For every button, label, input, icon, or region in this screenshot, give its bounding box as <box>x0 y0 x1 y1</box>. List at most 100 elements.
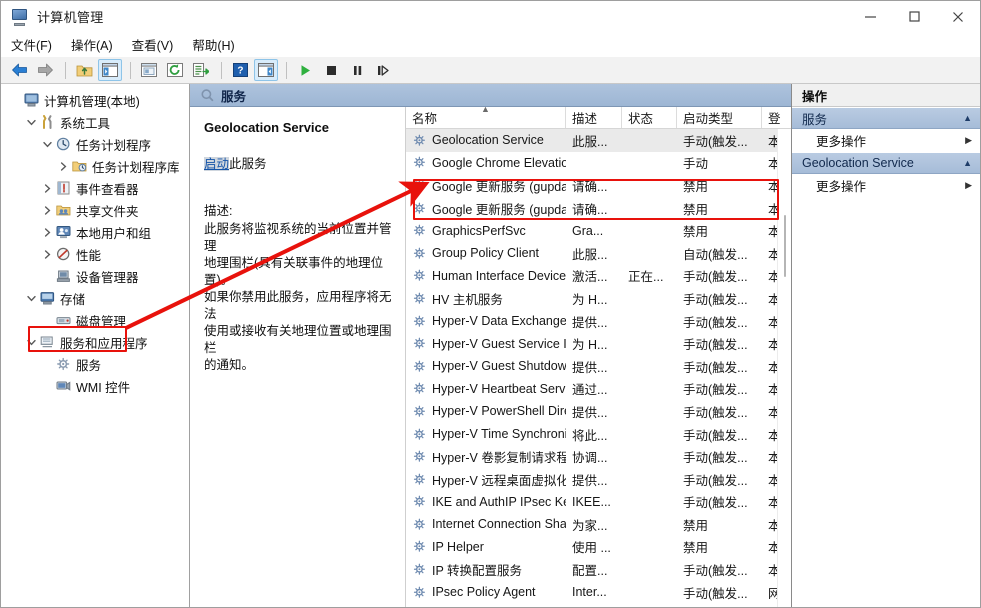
table-row[interactable]: Internet Connection Shari...为家...禁用本 <box>406 513 791 536</box>
start-service-icon[interactable] <box>293 59 317 81</box>
table-row[interactable]: Hyper-V Guest Shutdown...提供...手动(触发...本 <box>406 355 791 378</box>
forward-icon[interactable] <box>33 59 57 81</box>
tree-item-label: 服务和应用程序 <box>60 333 148 352</box>
show-hide-tree-icon[interactable] <box>98 59 122 81</box>
tree-twisty[interactable] <box>39 250 55 259</box>
table-row[interactable]: Hyper-V PowerShell Dire...提供...手动(触发...本 <box>406 400 791 423</box>
chevron-up-icon[interactable]: ▲ <box>963 113 972 123</box>
table-row[interactable]: IPsec Policy AgentInter...手动(触发...网 <box>406 581 791 604</box>
cell-name: Hyper-V PowerShell Dire... <box>406 404 566 418</box>
cell-description: 请确... <box>566 176 622 195</box>
refresh-icon[interactable] <box>163 59 187 81</box>
toolbar-separator <box>221 62 222 79</box>
start-service-link[interactable]: 启动 <box>204 157 229 171</box>
cell-name: Hyper-V Guest Service In... <box>406 337 566 351</box>
toolbar-separator <box>130 62 131 79</box>
console-tree[interactable]: 计算机管理(本地)系统工具任务计划程序任务计划程序库事件查看器共享文件夹本地用户… <box>1 84 190 608</box>
cell-startup-type: 禁用 <box>677 199 762 218</box>
table-row[interactable]: Human Interface Device ...激活...正在...手动(触… <box>406 265 791 288</box>
table-row[interactable]: HV 主机服务为 H...手动(触发...本 <box>406 287 791 310</box>
cell-description: 为 H... <box>566 334 622 353</box>
back-icon[interactable] <box>7 59 31 81</box>
up-folder-icon[interactable] <box>72 59 96 81</box>
cell-name: Group Policy Client <box>406 246 566 260</box>
tree-item-7[interactable]: 性能 <box>1 243 189 265</box>
title-bar: 计算机管理 <box>1 1 980 33</box>
scrollbar-thumb[interactable] <box>784 215 786 277</box>
service-gear-icon <box>412 473 428 486</box>
table-row[interactable]: Hyper-V 卷影复制请求程序协调...手动(触发...本 <box>406 445 791 468</box>
tree-item-1[interactable]: 系统工具 <box>1 111 189 133</box>
tree-item-12[interactable]: 服务 <box>1 353 189 375</box>
table-row[interactable]: IP 转换配置服务配置...手动(触发...本 <box>406 558 791 581</box>
cell-name-label: Internet Connection Shari... <box>432 517 566 531</box>
cell-name: Internet Connection Shari... <box>406 517 566 531</box>
services-list-body[interactable]: Geolocation Service此服...手动(触发...本Google … <box>406 129 791 608</box>
tree-twisty[interactable] <box>39 140 55 149</box>
tree-item-5[interactable]: 共享文件夹 <box>1 199 189 221</box>
tree-item-3[interactable]: 任务计划程序库 <box>1 155 189 177</box>
services-list[interactable]: ▲ 名称 描述 状态 启动类型 登 Geolocation Service此服.… <box>406 107 791 608</box>
tree-twisty[interactable] <box>23 338 39 347</box>
menu-help[interactable]: 帮助(H) <box>192 33 245 56</box>
column-header-startup-type[interactable]: 启动类型 <box>677 107 762 128</box>
chevron-up-icon[interactable]: ▲ <box>963 158 972 168</box>
table-row[interactable]: Hyper-V Guest Service In...为 H...手动(触发..… <box>406 332 791 355</box>
column-header-name[interactable]: ▲ 名称 <box>406 107 566 128</box>
column-header-status[interactable]: 状态 <box>622 107 677 128</box>
help-icon[interactable]: ? <box>228 59 252 81</box>
tree-item-13[interactable]: WMI 控件 <box>1 375 189 397</box>
cell-description: 请确... <box>566 199 622 218</box>
cell-description: 为家... <box>566 515 622 534</box>
tree-item-4[interactable]: 事件查看器 <box>1 177 189 199</box>
tree-item-11[interactable]: 服务和应用程序 <box>1 331 189 353</box>
tree-item-9[interactable]: 存储 <box>1 287 189 309</box>
vertical-scrollbar[interactable] <box>777 129 791 608</box>
menu-view[interactable]: 查看(V) <box>132 33 185 56</box>
export-list-icon[interactable] <box>189 59 213 81</box>
table-row[interactable]: Hyper-V 远程桌面虚拟化...提供...手动(触发...本 <box>406 468 791 491</box>
actions-group-services[interactable]: 服务 ▲ <box>792 107 980 129</box>
table-row[interactable]: Hyper-V Data Exchange ...提供...手动(触发...本 <box>406 310 791 333</box>
table-row[interactable]: Geolocation Service此服...手动(触发...本 <box>406 129 791 152</box>
menu-file[interactable]: 文件(F) <box>11 33 63 56</box>
show-action-pane-icon[interactable] <box>254 59 278 81</box>
tree-item-8[interactable]: 设备管理器 <box>1 265 189 287</box>
pause-service-icon[interactable] <box>345 59 369 81</box>
stop-service-icon[interactable] <box>319 59 343 81</box>
table-row[interactable]: IKE and AuthIP IPsec Key...IKEE...手动(触发.… <box>406 491 791 514</box>
tree-twisty[interactable] <box>39 184 55 193</box>
table-row[interactable]: Group Policy Client此服...自动(触发...本 <box>406 242 791 265</box>
tree-item-0[interactable]: 计算机管理(本地) <box>1 89 189 111</box>
cell-description: Inter... <box>566 585 622 599</box>
column-header-description[interactable]: 描述 <box>566 107 622 128</box>
actions-group-geolocation-service[interactable]: Geolocation Service ▲ <box>792 152 980 174</box>
tree-twisty[interactable] <box>39 228 55 237</box>
tree-twisty[interactable] <box>23 294 39 303</box>
table-row[interactable]: Hyper-V Heartbeat Service通过...手动(触发...本 <box>406 378 791 401</box>
action-more-actions-services[interactable]: 更多操作 ▶ <box>792 129 980 152</box>
maximize-button[interactable] <box>892 1 936 33</box>
tree-twisty[interactable] <box>55 162 71 171</box>
action-more-actions-geolocation[interactable]: 更多操作 ▶ <box>792 174 980 197</box>
tree-item-6[interactable]: 本地用户和组 <box>1 221 189 243</box>
cell-name: IKE and AuthIP IPsec Key... <box>406 495 566 509</box>
tree-twisty[interactable] <box>39 206 55 215</box>
table-row[interactable]: Google Chrome Elevatio...手动本 <box>406 152 791 175</box>
resume-service-icon[interactable] <box>371 59 395 81</box>
table-row[interactable]: Hyper-V Time Synchroniz...将此...手动(触发...本 <box>406 423 791 446</box>
tree-twisty[interactable] <box>23 118 39 127</box>
table-row[interactable]: GraphicsPerfSvcGra...禁用本 <box>406 219 791 242</box>
column-header-logon-as[interactable]: 登 <box>762 107 791 128</box>
table-row[interactable]: KtmRm for Distributed Tr...协调...手动(触发...… <box>406 603 791 608</box>
close-button[interactable] <box>936 1 980 33</box>
properties-icon[interactable] <box>137 59 161 81</box>
tree-item-10[interactable]: 磁盘管理 <box>1 309 189 331</box>
table-row[interactable]: IP Helper使用 ...禁用本 <box>406 536 791 559</box>
minimize-button[interactable] <box>848 1 892 33</box>
cell-name-label: Human Interface Device ... <box>432 269 566 283</box>
tree-item-2[interactable]: 任务计划程序 <box>1 133 189 155</box>
table-row[interactable]: Google 更新服务 (gupdat...请确...禁用本 <box>406 197 791 220</box>
menu-action[interactable]: 操作(A) <box>71 33 124 56</box>
table-row[interactable]: Google 更新服务 (gupdate)请确...禁用本 <box>406 174 791 197</box>
